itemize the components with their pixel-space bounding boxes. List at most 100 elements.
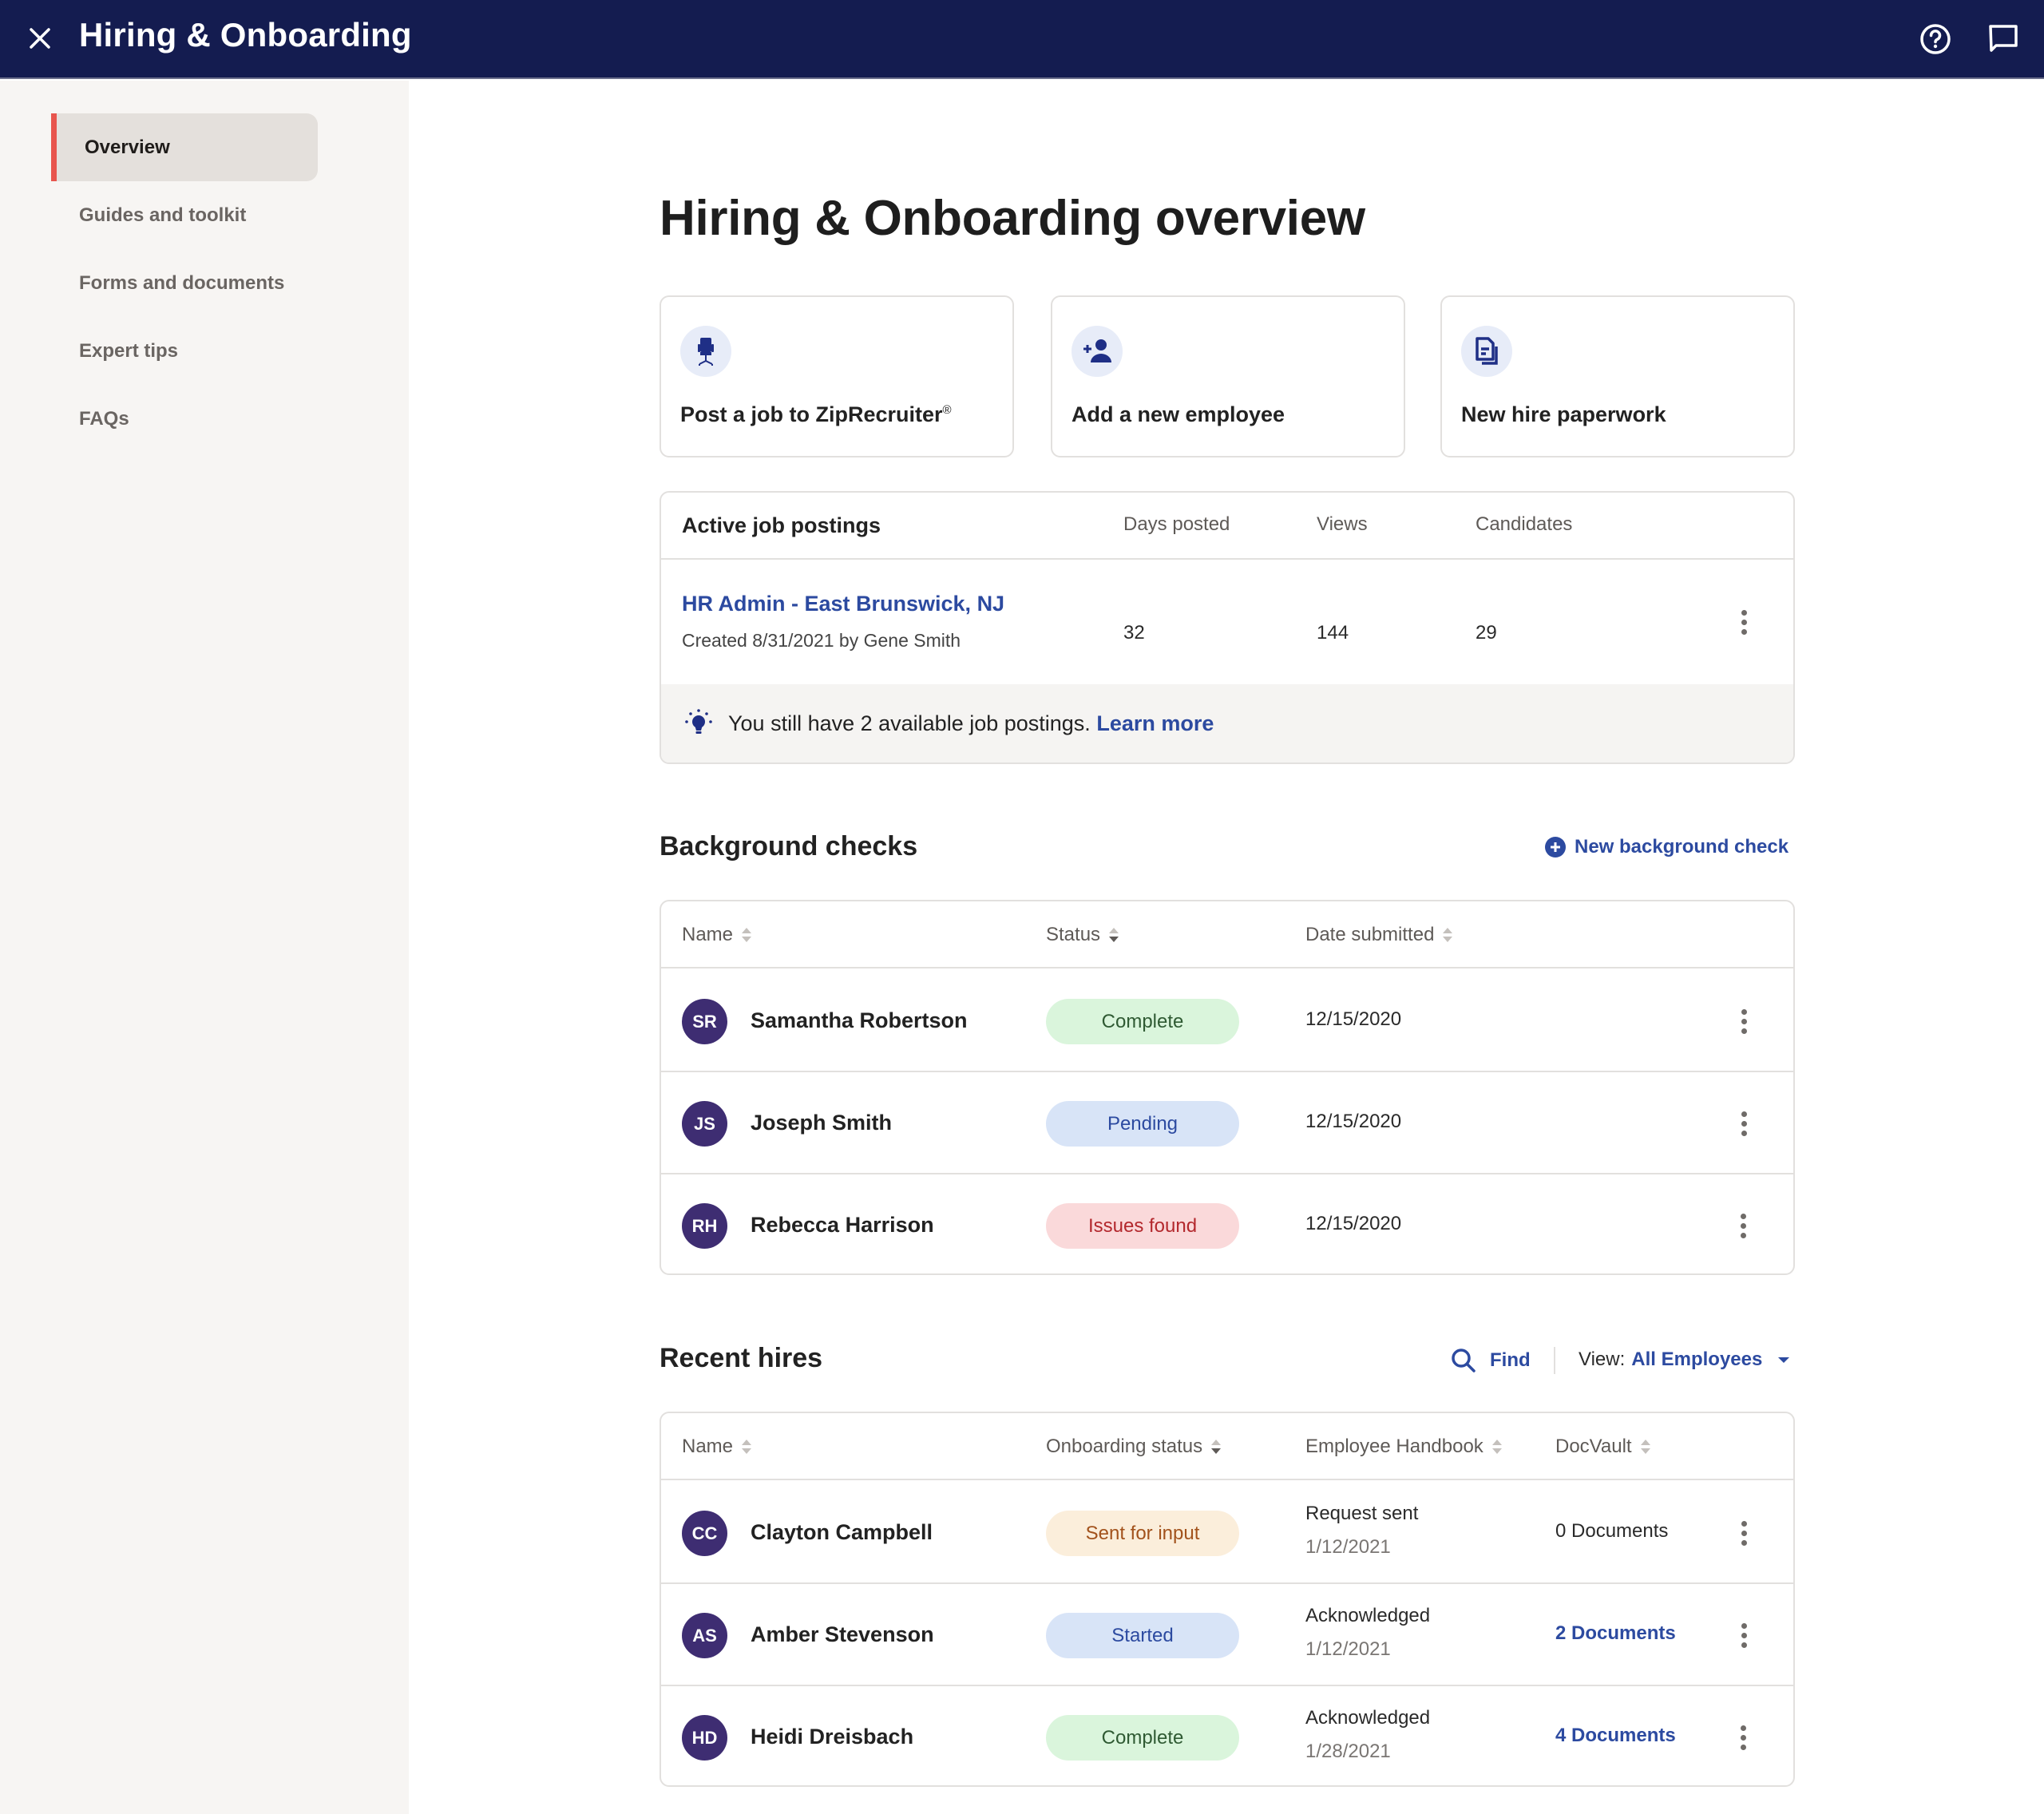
kebab-dot <box>1741 1530 1747 1536</box>
post-job-card[interactable]: Post a job to ZipRecruiter® <box>660 295 1014 457</box>
avatar: HD <box>682 1715 727 1761</box>
views-value: 144 <box>1317 622 1349 644</box>
row-more-options-button[interactable] <box>1732 1517 1756 1549</box>
kebab-dot <box>1740 1744 1746 1750</box>
kebab-dot <box>1741 1111 1747 1117</box>
column-date-submitted: Date submitted <box>1305 924 1435 945</box>
table-row: AS Amber Stevenson Started Acknowledged … <box>661 1584 1793 1686</box>
recent-hires-table: Name Onboarding status Employee Handbook… <box>660 1412 1795 1787</box>
icon-circle <box>1072 326 1123 377</box>
row-more-options-button[interactable] <box>1732 1619 1756 1651</box>
handbook-date: 1/28/2021 <box>1305 1741 1391 1762</box>
sidebar-item-faqs[interactable]: FAQs <box>51 385 318 453</box>
handbook-date: 1/12/2021 <box>1305 1638 1391 1660</box>
column-name: Name <box>682 924 734 945</box>
table-row: HD Heidi Dreisbach Complete Acknowledged… <box>661 1686 1793 1785</box>
kebab-dot <box>1741 1120 1747 1127</box>
docvault-link[interactable]: 4 Documents <box>1555 1725 1676 1747</box>
status-badge: Issues found <box>1046 1203 1239 1249</box>
row-more-options-button[interactable] <box>1732 1107 1756 1139</box>
kebab-dot <box>1741 1018 1747 1024</box>
job-posting-created: Created 8/31/2021 by Gene Smith <box>682 630 961 651</box>
handbook-status: Acknowledged <box>1305 1605 1431 1626</box>
add-employee-label: Add a new employee <box>1072 402 1285 426</box>
table-row: CC Clayton Campbell Sent for input Reque… <box>661 1482 1793 1584</box>
search-icon <box>1452 1349 1476 1372</box>
sidebar-item-guides-and-toolkit[interactable]: Guides and toolkit <box>51 181 318 249</box>
help-button[interactable] <box>1919 22 1952 56</box>
days-posted-value: 32 <box>1123 622 1145 644</box>
kebab-dot <box>1741 1642 1747 1648</box>
more-options-button[interactable] <box>1732 606 1756 638</box>
sort-by-status[interactable]: Status <box>1046 924 1119 946</box>
sort-by-name[interactable]: Name <box>682 1436 752 1458</box>
active-job-postings-panel: Active job postings Days posted Views Ca… <box>660 491 1795 764</box>
date-submitted: 12/15/2020 <box>1305 1213 1402 1234</box>
person-name[interactable]: Heidi Dreisbach <box>751 1725 913 1749</box>
chat-button[interactable] <box>1987 22 2020 56</box>
recent-hires-title: Recent hires <box>660 1343 823 1373</box>
kebab-dot <box>1741 628 1747 635</box>
page-title: Hiring & Onboarding overview <box>660 191 1365 246</box>
person-name[interactable]: Amber Stevenson <box>751 1622 934 1647</box>
candidates-value: 29 <box>1476 622 1497 644</box>
kebab-dot <box>1740 1222 1746 1229</box>
new-background-check-button[interactable]: New background check <box>1544 836 1788 858</box>
kebab-dot <box>1741 1539 1747 1546</box>
sort-by-name[interactable]: Name <box>682 924 752 946</box>
sidebar-item-expert-tips[interactable]: Expert tips <box>51 317 318 385</box>
date-submitted: 12/15/2020 <box>1305 1111 1402 1132</box>
handbook-status: Request sent <box>1305 1503 1419 1524</box>
tip-text-container: You still have 2 available job postings.… <box>728 711 1214 736</box>
job-posting-link[interactable]: HR Admin - East Brunswick, NJ <box>682 592 1004 616</box>
sort-by-date-submitted[interactable]: Date submitted <box>1305 924 1453 946</box>
job-postings-header: Active job postings Days posted Views Ca… <box>661 493 1793 560</box>
help-circle-icon <box>1920 24 1951 54</box>
background-checks-title: Background checks <box>660 831 918 861</box>
column-docvault: DocVault <box>1555 1436 1632 1457</box>
table-row: RH Rebecca Harrison Issues found 12/15/2… <box>661 1174 1793 1273</box>
sort-by-employee-handbook[interactable]: Employee Handbook <box>1305 1436 1503 1458</box>
sort-by-docvault[interactable]: DocVault <box>1555 1436 1651 1458</box>
new-hire-paperwork-card[interactable]: New hire paperwork <box>1440 295 1795 457</box>
learn-more-link[interactable]: Learn more <box>1096 711 1214 735</box>
icon-circle <box>1461 326 1512 377</box>
onboarding-status-badge: Complete <box>1046 1715 1239 1761</box>
row-more-options-button[interactable] <box>1731 1210 1755 1242</box>
handbook-date: 1/12/2021 <box>1305 1536 1391 1558</box>
table-row: JS Joseph Smith Pending 12/15/2020 <box>661 1072 1793 1174</box>
view-label: View: <box>1579 1349 1626 1370</box>
person-name[interactable]: Clayton Campbell <box>751 1520 933 1545</box>
new-background-check-label: New background check <box>1575 836 1789 857</box>
new-hire-paperwork-label: New hire paperwork <box>1461 402 1666 426</box>
lightbulb-icon <box>685 709 712 734</box>
close-button[interactable] <box>24 22 56 54</box>
registered-mark: ® <box>942 403 952 417</box>
add-employee-card[interactable]: Add a new employee <box>1051 295 1405 457</box>
status-badge: Pending <box>1046 1101 1239 1147</box>
sort-by-onboarding-status[interactable]: Onboarding status <box>1046 1436 1222 1458</box>
column-onboarding-status: Onboarding status <box>1046 1436 1203 1457</box>
handbook-status: Acknowledged <box>1305 1707 1431 1729</box>
date-submitted: 12/15/2020 <box>1305 1008 1402 1030</box>
post-job-label: Post a job to ZipRecruiter <box>680 402 943 426</box>
caret-down-icon <box>1778 1357 1790 1363</box>
view-filter-dropdown[interactable]: View: All Employees <box>1579 1349 1792 1371</box>
icon-circle <box>680 326 731 377</box>
sidebar-item-forms-and-documents[interactable]: Forms and documents <box>51 249 318 317</box>
column-employee-handbook: Employee Handbook <box>1305 1436 1483 1457</box>
add-person-icon <box>1083 339 1111 362</box>
onboarding-status-badge: Sent for input <box>1046 1511 1239 1556</box>
person-name[interactable]: Samantha Robertson <box>751 1008 968 1033</box>
row-more-options-button[interactable] <box>1732 1005 1756 1037</box>
person-name[interactable]: Joseph Smith <box>751 1111 892 1135</box>
kebab-dot <box>1741 1008 1747 1015</box>
job-postings-title: Active job postings <box>682 513 881 537</box>
sort-icon <box>1491 1440 1502 1454</box>
find-button[interactable]: Find <box>1450 1347 1531 1374</box>
row-more-options-button[interactable] <box>1731 1721 1755 1753</box>
sidebar-item-overview[interactable]: Overview <box>51 113 318 181</box>
docvault-link[interactable]: 2 Documents <box>1555 1622 1676 1645</box>
sort-icon <box>742 1440 752 1454</box>
person-name[interactable]: Rebecca Harrison <box>751 1213 934 1238</box>
